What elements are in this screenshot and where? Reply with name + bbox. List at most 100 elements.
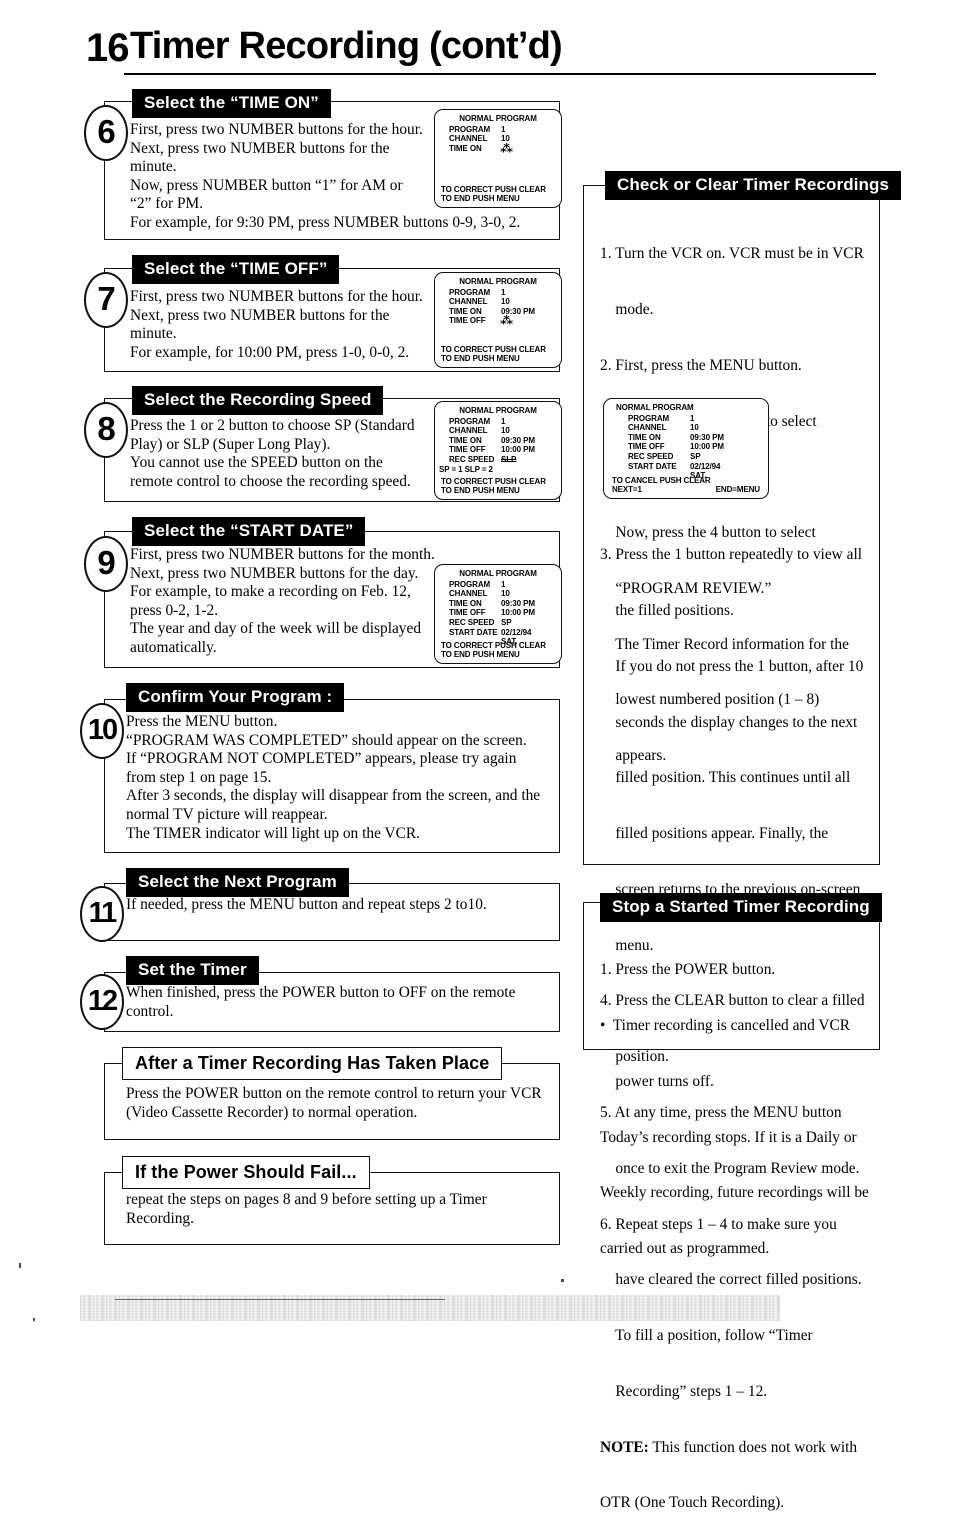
osd-row-label: TIME ON (449, 306, 482, 316)
osd-row-label: CHANNEL (449, 297, 488, 307)
osd-row: TIME ON 09:30 PM (449, 436, 561, 446)
osd-panel-program-review: NORMAL PROGRAM PROGRAM 1 CHANNEL 10 TIME… (603, 398, 769, 499)
step-number-10: 10 (80, 703, 124, 759)
scan-speck (561, 1279, 564, 1282)
osd-panel-step-8: NORMAL PROGRAM PROGRAM 1 CHANNEL 10 TIME… (434, 401, 562, 500)
osd-row: REC SPEED SP (628, 452, 768, 462)
page-number: 16 (86, 26, 129, 70)
osd-row: CHANNEL 10 (449, 426, 561, 436)
osd-row-value: 10:00 PM (501, 445, 535, 455)
step-text-line: When finished, press the POWER button to… (126, 984, 516, 1001)
info-text-line: If you do not press the 1 button, after … (600, 657, 864, 675)
osd-row-label: START DATE (628, 461, 677, 471)
step-text-line: from step 1 on page 15. (126, 768, 272, 786)
osd-row-value: 02/12/94 (690, 461, 721, 471)
step-text-line: If needed, press the MENU button and rep… (126, 896, 487, 913)
info-text-line: To fill a position, follow “Timer (600, 1327, 813, 1345)
step-text-line: After 3 seconds, the display will disapp… (126, 787, 541, 805)
osd-row-label: REC SPEED (449, 454, 495, 464)
osd-row: TIME OFF 10:00 PM (449, 608, 561, 618)
osd-row-value: SP (690, 451, 701, 461)
note-line: OTR (One Touch Recording). (600, 1494, 785, 1512)
step-text-9: First, press two NUMBER buttons for the … (130, 546, 440, 658)
osd-row-value: 10 (690, 423, 699, 433)
osd-row: REC SPEED SP (449, 618, 561, 628)
osd-footer-next: NEXT=1 (612, 485, 642, 495)
osd-legend-row: SP = 1 SLP = 2 (439, 465, 561, 475)
osd-footer: TO CORRECT PUSH CLEAR TO END PUSH MENU (441, 641, 556, 660)
page-title: Timer Recording (cont’d) (130, 25, 563, 67)
step-text-line: First, press two NUMBER buttons for the … (130, 288, 423, 305)
step-text-line: normal TV picture will reappear. (126, 805, 328, 823)
step-text-line: control. (126, 1002, 174, 1020)
osd-footer-line: TO END PUSH MENU (441, 650, 520, 660)
step-header-8: Select the Recording Speed (132, 386, 384, 415)
osd-footer-line: TO CORRECT PUSH CLEAR (441, 344, 546, 354)
scan-speck (19, 1263, 21, 1268)
osd-row-label: START DATE (449, 627, 498, 637)
osd-rows: PROGRAM 1 CHANNEL 10 TIME ON 09:30 PM TI… (604, 413, 768, 481)
blinking-field-icon: ⁂ (500, 141, 513, 155)
osd-rows: PROGRAM 1 CHANNEL 10 TIME ON 09:30 PM TI… (435, 416, 561, 475)
osd-panel-step-6: NORMAL PROGRAM PROGRAM 1 CHANNEL 10 TIME… (434, 109, 562, 208)
osd-row-label: REC SPEED (449, 617, 495, 627)
osd-title: NORMAL PROGRAM (459, 114, 537, 123)
osd-row-value: SLP (501, 454, 517, 464)
osd-rows: PROGRAM 1 CHANNEL 10 TIME ON ⁂ (435, 124, 561, 155)
step-text-line: minute. (130, 325, 177, 343)
step-text-line: The year and day of the week will be dis… (130, 620, 422, 638)
osd-row-value: 02/12/94 (501, 627, 532, 637)
osd-row-value: ⁂ (500, 315, 561, 327)
step-text-line: The TIMER indicator will light up on the… (126, 824, 420, 842)
step-text-7: First, press two NUMBER buttons for the … (130, 288, 430, 362)
step-number-11: 11 (80, 886, 124, 942)
info-text-line: mode. (600, 300, 654, 318)
step-header-7: Select the “TIME OFF” (132, 255, 340, 284)
info-text-line: power turns off. (600, 1072, 714, 1090)
osd-row-value: 10 (501, 589, 510, 599)
osd-row-label: TIME ON (449, 143, 482, 153)
osd-footer: TO CANCEL PUSH CLEAR NEXT=1 END=MENU (612, 476, 760, 495)
step-text-line: For example, for 10:00 PM, press 1-0, 0-… (130, 343, 410, 361)
step-header-12: Set the Timer (126, 956, 259, 985)
step-text-line: Play) or SLP (Super Long Play). (130, 435, 331, 453)
osd-row-value: 09:30 PM (501, 435, 535, 445)
osd-rows: PROGRAM 1 CHANNEL 10 TIME ON 09:30 PM TI… (435, 579, 561, 647)
step-text-line: Press the MENU button. (126, 713, 278, 730)
osd-row-label: PROGRAM (449, 416, 491, 426)
osd-row-label: TIME ON (628, 432, 661, 442)
info-text-line: filled position. This continues until al… (600, 769, 851, 787)
step-text-12: When finished, press the POWER button to… (126, 984, 546, 1021)
osd-row-label: CHANNEL (449, 426, 488, 436)
info-text-line: Recording” steps 1 – 12. (600, 1382, 768, 1400)
osd-row-value: 1 (501, 579, 506, 589)
osd-footer-line: TO CORRECT PUSH CLEAR (441, 476, 546, 486)
osd-title: NORMAL PROGRAM (459, 569, 537, 578)
osd-row-label: TIME OFF (449, 608, 486, 618)
scan-speck (33, 1318, 35, 1321)
note-label: NOTE: (600, 1438, 649, 1456)
osd-row: CHANNEL 10 (449, 589, 561, 599)
info-header-check-or-clear: Check or Clear Timer Recordings (605, 171, 902, 200)
osd-row: TIME ON ⁂ (449, 141, 561, 155)
osd-row: REC SPEED SLP (449, 455, 561, 465)
note-line: NOTE: This function does not work with (600, 1439, 876, 1458)
info-text-line: • Timer recording is cancelled and VCR (600, 1016, 851, 1034)
osd-row: PROGRAM 1 (449, 288, 561, 298)
osd-panel-step-7: NORMAL PROGRAM PROGRAM 1 CHANNEL 10 TIME… (434, 272, 562, 368)
step-text-8: Press the 1 or 2 button to choose SP (St… (130, 417, 430, 491)
step-text-line: “PROGRAM WAS COMPLETED” should appear on… (126, 731, 527, 749)
step-text-line: remote control to choose the recording s… (130, 472, 411, 490)
info-text-line: 1. Turn the VCR on. VCR must be in VCR (600, 245, 864, 263)
osd-footer-line: TO END PUSH MENU (441, 354, 520, 364)
title-underline (124, 73, 876, 75)
info-text-line: Recording. (126, 1209, 194, 1227)
osd-footer-line: TO CORRECT PUSH CLEAR (441, 184, 546, 194)
step-header-9: Select the “START DATE” (132, 517, 366, 546)
osd-footer: TO CORRECT PUSH CLEAR TO END PUSH MENU (441, 477, 556, 496)
step-text-line: Next, press two NUMBER buttons for the d… (130, 564, 419, 582)
info-text-after-timer-recording: Press the POWER button on the remote con… (126, 1085, 546, 1122)
info-text-line: carried out as programmed. (600, 1240, 770, 1258)
step-text-line: If “PROGRAM NOT COMPLETED” appears, plea… (126, 750, 517, 768)
info-text-line: Today’s recording stops. If it is a Dail… (600, 1128, 857, 1146)
